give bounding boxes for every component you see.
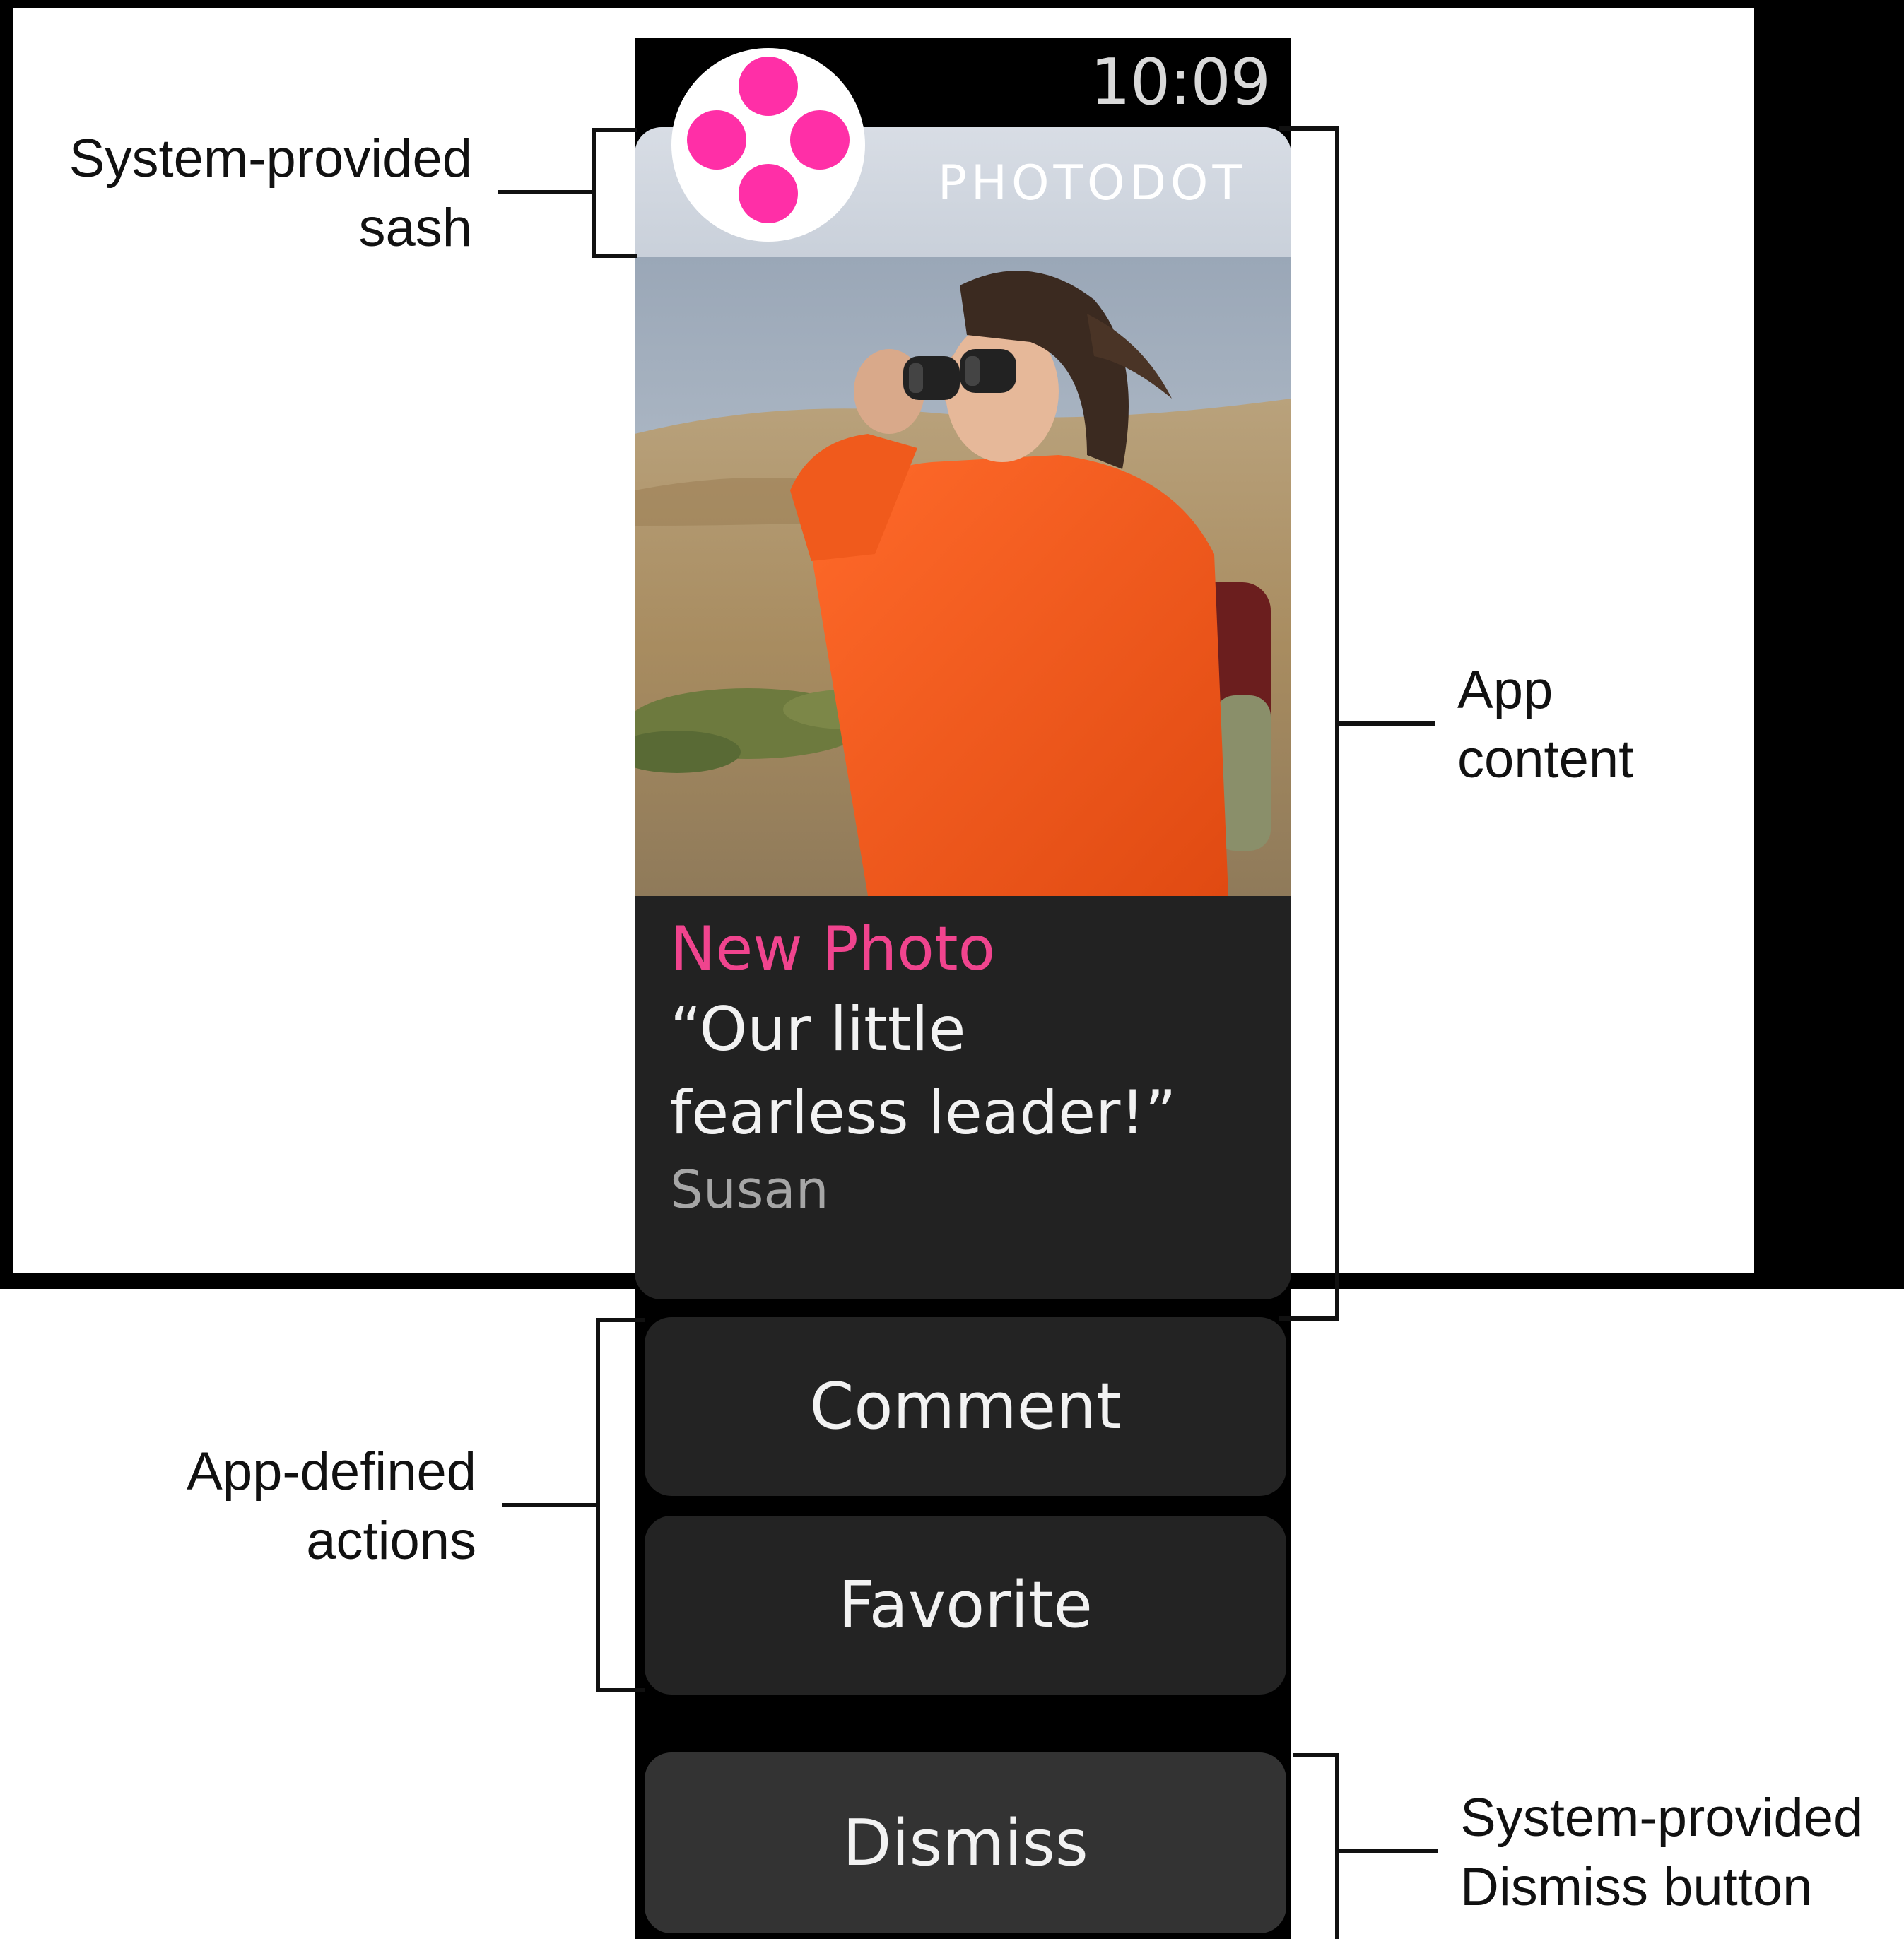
- callout-app-content-line2: content: [1457, 729, 1634, 789]
- callout-app-content: App content: [1457, 656, 1740, 794]
- callout-brackets: [498, 126, 1438, 1939]
- callout-sash-line2: sash: [358, 198, 472, 258]
- callout-sash-line1: System-provided: [69, 129, 472, 189]
- callout-dismiss-line2: Dismiss button: [1460, 1857, 1813, 1917]
- callout-actions-line2: actions: [306, 1511, 476, 1571]
- callout-dismiss: System-provided Dismiss button: [1460, 1784, 1898, 1922]
- callout-sash: System-provided sash: [14, 124, 472, 263]
- callout-dismiss-line1: System-provided: [1460, 1788, 1864, 1848]
- callout-actions: App-defined actions: [14, 1437, 476, 1576]
- callout-actions-line1: App-defined: [187, 1442, 476, 1502]
- callout-app-content-line1: App: [1457, 660, 1553, 720]
